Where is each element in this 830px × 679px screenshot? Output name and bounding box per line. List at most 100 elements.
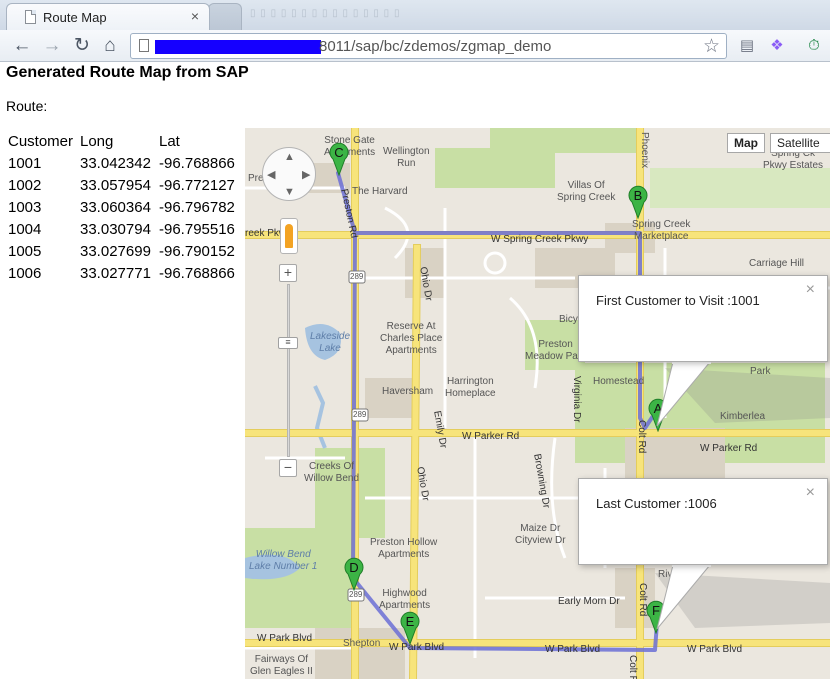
- map-type-map-button[interactable]: Map: [727, 133, 765, 153]
- label-w-parker-rd-1: W Parker Rd: [462, 431, 520, 442]
- pan-up-icon[interactable]: ▲: [284, 151, 295, 163]
- infowindow-first-customer: First Customer to Visit :1001 ×: [578, 275, 828, 362]
- zoom-out-button[interactable]: −: [279, 459, 297, 477]
- cell-customer: 1001: [8, 154, 42, 172]
- new-tab-button[interactable]: [208, 3, 242, 30]
- marker-b[interactable]: B: [628, 185, 648, 220]
- label-harrington-homeplace: Harrington Homeplace: [445, 376, 496, 399]
- header-customer: Customer: [8, 132, 74, 150]
- infowindow-text: First Customer to Visit :1001: [596, 293, 760, 308]
- infowindow-last-tail: [656, 561, 712, 630]
- pan-left-icon[interactable]: ◀: [267, 168, 275, 181]
- marker-d[interactable]: D: [344, 557, 364, 592]
- label-w-park-blvd-4: W Park Blvd: [687, 644, 743, 655]
- forward-arrow-icon[interactable]: →: [40, 34, 64, 58]
- label-colt-rd-1: Colt Rd: [636, 420, 647, 454]
- marker-c[interactable]: C: [329, 142, 349, 177]
- zoom-slider-track[interactable]: [287, 284, 290, 457]
- cell-long: 33.030794: [80, 220, 151, 238]
- highway-shield-289: 289: [350, 272, 364, 281]
- zoom-in-button[interactable]: +: [279, 264, 297, 282]
- street-view-pegman-icon[interactable]: [280, 218, 298, 254]
- label-fairways-glen-eagles: Fairways Of Glen Eagles II: [250, 654, 313, 677]
- label-park: Park: [750, 366, 771, 377]
- label-kimberlea: Kimberlea: [720, 411, 766, 422]
- label-maize-cityview: Maize Dr Cityview Dr: [515, 523, 566, 546]
- table-row: 1005 33.027699 -96.790152: [8, 240, 235, 262]
- cell-customer: 1002: [8, 176, 42, 194]
- label-virginia-dr: Virginia Dr: [571, 376, 582, 423]
- cell-long: 33.060364: [80, 198, 151, 216]
- bookmark-star-icon[interactable]: ☆: [703, 35, 720, 58]
- tab-route-map[interactable]: Route Map ×: [6, 3, 210, 30]
- page-icon: [139, 39, 149, 52]
- label-villas: Villas Of Spring Creek: [557, 180, 616, 203]
- cell-lat: -96.796782: [159, 198, 235, 216]
- background-tabs-blurred: ▯ ▯ ▯ ▯ ▯ ▯ ▯ ▯ ▯ ▯ ▯ ▯ ▯ ▯ ▯: [250, 8, 401, 19]
- header-long: Long: [80, 132, 114, 150]
- cell-lat: -96.795516: [159, 220, 235, 238]
- header-lat: Lat: [159, 132, 180, 150]
- tab-title: Route Map: [43, 10, 107, 25]
- cell-long: 33.027771: [80, 264, 151, 282]
- label-w-park-blvd-3: W Park Blvd: [545, 644, 601, 655]
- cell-long: 33.042342: [80, 154, 151, 172]
- redacted-host: [155, 40, 321, 54]
- table-row: 1006 33.027771 -96.768866: [8, 262, 235, 284]
- extension-card-icon[interactable]: ▤: [736, 35, 758, 57]
- address-bar[interactable]: 8011/sap/bc/zdemos/zgmap_demo ☆: [130, 33, 727, 59]
- table-row: 1004 33.030794 -96.795516: [8, 218, 235, 240]
- label-lakeside-lake: Lakeside Lake: [310, 331, 351, 354]
- home-icon[interactable]: ⌂: [98, 34, 122, 58]
- pan-down-icon[interactable]: ▼: [284, 186, 295, 198]
- label-carriage-hill: Carriage Hill: [749, 258, 805, 269]
- back-arrow-icon[interactable]: ←: [10, 34, 34, 58]
- zoom-slider-handle[interactable]: ≡: [278, 337, 298, 349]
- extension-puzzle-icon[interactable]: ❖: [766, 35, 788, 57]
- marker-letter: D: [349, 560, 359, 575]
- tab-close-icon[interactable]: ×: [191, 8, 199, 24]
- label-shepton: Shepton: [343, 638, 381, 649]
- label-preston-hollow-apartments: Preston Hollow Apartments: [370, 537, 438, 560]
- cell-lat: -96.790152: [159, 242, 235, 260]
- label-w-parker-rd-2: W Parker Rd: [700, 443, 758, 454]
- table-header-row: Customer Long Lat: [8, 130, 235, 152]
- label-creeks-of-willow-bend: Creeks Of Willow Bend: [304, 461, 360, 484]
- pan-right-icon[interactable]: ▶: [302, 168, 310, 181]
- cell-customer: 1005: [8, 242, 42, 260]
- marker-e[interactable]: E: [400, 611, 420, 646]
- marker-letter: E: [405, 614, 415, 629]
- label-willow-bend-lake: Willow Bend Lake Number 1: [249, 549, 318, 572]
- cell-long: 33.027699: [80, 242, 151, 260]
- label-reserve-charles-place: Reserve At Charles Place Apartments: [380, 321, 443, 356]
- cell-long: 33.057954: [80, 176, 151, 194]
- route-label: Route:: [6, 98, 48, 114]
- table-row: 1003 33.060364 -96.796782: [8, 196, 235, 218]
- close-icon[interactable]: ×: [806, 484, 815, 502]
- cell-lat: -96.768866: [159, 264, 235, 282]
- pan-control[interactable]: ▲ ▼ ◀ ▶: [262, 147, 316, 201]
- cell-customer: 1003: [8, 198, 42, 216]
- tab-strip: Route Map × ▯ ▯ ▯ ▯ ▯ ▯ ▯ ▯ ▯ ▯ ▯ ▯ ▯ ▯ …: [0, 0, 830, 30]
- url-text: 8011/sap/bc/zdemos/zgmap_demo: [319, 38, 552, 55]
- highway-shield-289: 289: [353, 410, 367, 419]
- marker-letter: B: [633, 188, 643, 203]
- google-map[interactable]: Stone Gate Apartments Wellington Run Pre T…: [245, 128, 830, 679]
- infowindow-last-customer: Last Customer :1006 ×: [578, 478, 828, 565]
- page-title: Generated Route Map from SAP: [6, 64, 249, 81]
- customer-table: Customer Long Lat 1001 33.042342 -96.768…: [8, 130, 235, 284]
- close-icon[interactable]: ×: [806, 281, 815, 299]
- label-w-park-blvd-1: W Park Blvd: [257, 633, 313, 644]
- label-w-spring-creek-pkwy: W Spring Creek Pkwy: [491, 234, 589, 245]
- label-the-harvard: The Harvard: [352, 186, 408, 197]
- extension-timer-icon[interactable]: ⏱: [803, 35, 825, 57]
- map-type-satellite-button[interactable]: Satellite: [770, 133, 830, 153]
- table-row: 1001 33.042342 -96.768866: [8, 152, 235, 174]
- browser-toolbar: ← → ↻ ⌂ 8011/sap/bc/zdemos/zgmap_demo ☆ …: [0, 30, 830, 62]
- pegman-figure: [285, 224, 293, 248]
- label-bicycle: Bicy: [559, 314, 578, 325]
- label-early-morn-dr: Early Morn Dr: [558, 596, 620, 607]
- reload-icon[interactable]: ↻: [70, 34, 94, 58]
- label-phoenix: Phoenix: [639, 132, 650, 169]
- marker-letter: C: [334, 145, 344, 160]
